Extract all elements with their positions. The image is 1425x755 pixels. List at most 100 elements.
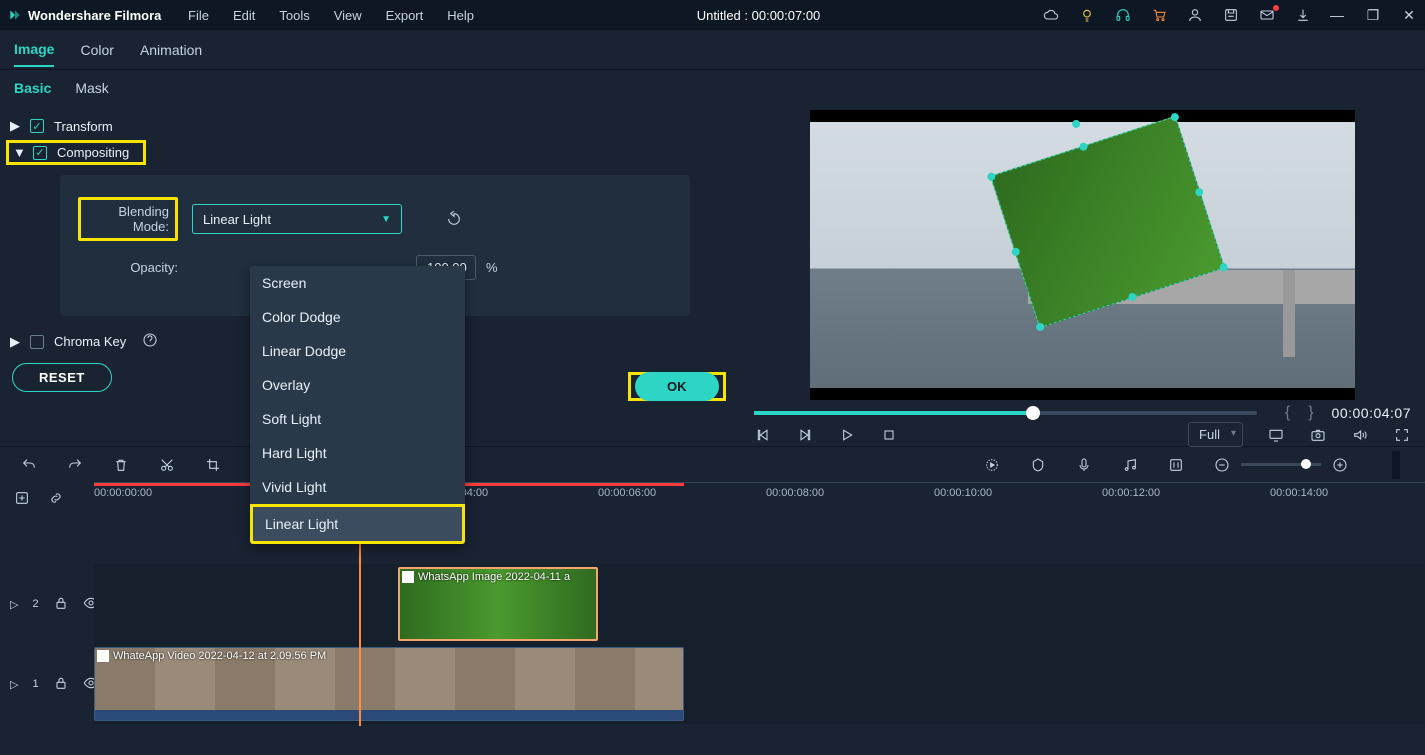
snapshot-icon[interactable] <box>1309 426 1327 444</box>
compositing-section-header[interactable]: ▼ ✓ Compositing <box>6 140 146 165</box>
fullscreen-icon[interactable] <box>1393 426 1411 444</box>
bulb-icon[interactable] <box>1079 7 1095 23</box>
blend-option-linear-light[interactable]: Linear Light <box>250 504 465 544</box>
chevron-down-icon: ▼ <box>381 214 391 225</box>
help-icon[interactable] <box>142 332 158 351</box>
blend-option-overlay[interactable]: Overlay <box>250 368 465 402</box>
delete-icon[interactable] <box>112 456 130 474</box>
preview-viewport[interactable] <box>740 106 1425 404</box>
track-2-head: ▷ 2 <box>0 564 94 644</box>
reset-button[interactable]: RESET <box>12 363 112 392</box>
preview-scrubber[interactable] <box>754 411 1257 415</box>
mixer-icon[interactable] <box>1167 456 1185 474</box>
redo-icon[interactable] <box>66 456 84 474</box>
stop-button[interactable] <box>880 426 898 444</box>
menu-tools[interactable]: Tools <box>279 8 309 23</box>
blending-mode-dropdown[interactable]: Linear Light ▼ <box>192 204 402 234</box>
clip-play-icon <box>97 650 109 662</box>
menu-help[interactable]: Help <box>447 8 474 23</box>
cut-icon[interactable] <box>158 456 176 474</box>
app-logo: Wondershare Filmora <box>8 8 188 23</box>
collapse-icon[interactable]: ▶ <box>10 118 20 134</box>
zoom-out-icon[interactable] <box>1213 456 1231 474</box>
opacity-unit: % <box>486 260 498 275</box>
blend-option-screen[interactable]: Screen <box>250 266 465 300</box>
marker-icon[interactable] <box>1029 456 1047 474</box>
maximize-button[interactable]: ❐ <box>1365 7 1381 24</box>
video-clip-name: WhateApp Video 2022-04-12 at 2.09.56 PM <box>113 650 326 662</box>
blend-option-linear-dodge[interactable]: Linear Dodge <box>250 334 465 368</box>
add-track-icon[interactable] <box>14 490 30 509</box>
tab-image[interactable]: Image <box>14 33 54 67</box>
sub-tabs: Basic Mask <box>0 70 1425 106</box>
timeline-ruler: 00:00:00:00 00:00:02:00 00:00:04:00 00:0… <box>0 482 1425 516</box>
undo-icon[interactable] <box>20 456 38 474</box>
download-icon[interactable] <box>1295 7 1311 23</box>
window-controls: — ❐ ✕ <box>1329 7 1417 24</box>
zoom-in-icon[interactable] <box>1331 456 1349 474</box>
brace-open-icon[interactable]: { <box>1285 404 1290 422</box>
render-icon[interactable] <box>983 456 1001 474</box>
lock-icon[interactable] <box>53 675 69 694</box>
collapse-icon[interactable]: ▶ <box>10 334 20 350</box>
menu-edit[interactable]: Edit <box>233 8 255 23</box>
play-button[interactable] <box>838 426 856 444</box>
video-clip[interactable]: WhateApp Video 2022-04-12 at 2.09.56 PM <box>94 647 684 721</box>
preview-zoom-select[interactable]: Full <box>1188 422 1243 447</box>
compositing-label: Compositing <box>57 145 129 160</box>
blend-option-color-dodge[interactable]: Color Dodge <box>250 300 465 334</box>
track-spacer <box>0 516 1425 564</box>
tab-color[interactable]: Color <box>80 34 113 66</box>
minimize-button[interactable]: — <box>1329 7 1345 24</box>
preview-canvas <box>810 110 1355 400</box>
blend-option-vivid-light[interactable]: Vivid Light <box>250 470 465 504</box>
transform-section-header[interactable]: ▶ ✓ Transform <box>10 112 730 140</box>
track-1-lane[interactable]: WhateApp Video 2022-04-12 at 2.09.56 PM <box>94 644 1425 724</box>
lock-icon[interactable] <box>53 595 69 614</box>
display-icon[interactable] <box>1267 426 1285 444</box>
crop-icon[interactable] <box>204 456 222 474</box>
preview-scrub-row: { } 00:00:04:07 <box>740 404 1425 422</box>
subtab-mask[interactable]: Mask <box>75 80 108 96</box>
link-icon[interactable] <box>48 490 64 509</box>
image-clip[interactable]: WhatsApp Image 2022-04-11 a <box>398 567 598 641</box>
mic-icon[interactable] <box>1075 456 1093 474</box>
zoom-fit-icon[interactable] <box>1387 451 1405 479</box>
step-forward-button[interactable] <box>796 426 814 444</box>
ok-button[interactable]: OK <box>635 372 719 401</box>
cart-icon[interactable] <box>1151 7 1167 23</box>
filmora-logo-icon <box>8 8 22 22</box>
preview-panel: { } 00:00:04:07 Full <box>740 106 1425 446</box>
track-2: ▷ 2 WhatsApp Image 2022-04-11 a <box>0 564 1425 644</box>
menu-export[interactable]: Export <box>386 8 424 23</box>
save-icon[interactable] <box>1223 7 1239 23</box>
track-1-head: ▷ 1 <box>0 644 94 724</box>
zoom-slider[interactable] <box>1241 463 1321 466</box>
tab-animation[interactable]: Animation <box>140 34 202 66</box>
track-2-lane[interactable]: WhatsApp Image 2022-04-11 a <box>94 564 1425 644</box>
cloud-icon[interactable] <box>1043 7 1059 23</box>
reset-blending-icon[interactable] <box>446 210 464 228</box>
volume-icon[interactable] <box>1351 426 1369 444</box>
opacity-label: Opacity: <box>78 260 178 275</box>
user-icon[interactable] <box>1187 7 1203 23</box>
app-name: Wondershare Filmora <box>28 8 161 23</box>
blend-option-hard-light[interactable]: Hard Light <box>250 436 465 470</box>
track-2-play-icon: ▷ <box>10 598 18 611</box>
blend-option-soft-light[interactable]: Soft Light <box>250 402 465 436</box>
image-clip-name: WhatsApp Image 2022-04-11 a <box>418 571 570 583</box>
step-back-button[interactable] <box>754 426 772 444</box>
menu-view[interactable]: View <box>334 8 362 23</box>
close-button[interactable]: ✕ <box>1401 7 1417 24</box>
transform-checkbox[interactable]: ✓ <box>30 119 44 133</box>
expand-icon[interactable]: ▼ <box>13 145 23 160</box>
compositing-checkbox[interactable]: ✓ <box>33 146 47 160</box>
menu-file[interactable]: File <box>188 8 209 23</box>
headset-icon[interactable] <box>1115 7 1131 23</box>
timeline-toolbar <box>0 446 1425 482</box>
music-icon[interactable] <box>1121 456 1139 474</box>
subtab-basic[interactable]: Basic <box>14 80 51 96</box>
mail-icon[interactable] <box>1259 7 1275 23</box>
brace-close-icon[interactable]: } <box>1308 404 1313 422</box>
chroma-key-checkbox[interactable]: ✓ <box>30 335 44 349</box>
